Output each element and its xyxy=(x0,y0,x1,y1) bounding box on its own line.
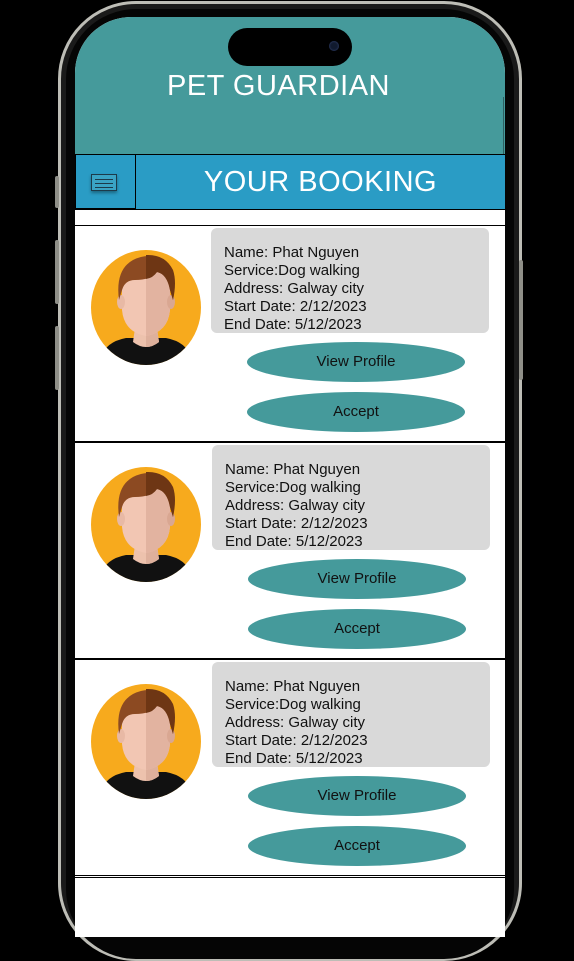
booking-details: Name: Phat Nguyen Service:Dog walking Ad… xyxy=(211,228,489,333)
accept-button[interactable]: Accept xyxy=(247,392,465,432)
end-date: End Date: 5/12/2023 xyxy=(225,533,363,550)
booking-card: Name: Phat Nguyen Service:Dog walking Ad… xyxy=(75,442,505,659)
address: Address: Galway city xyxy=(225,714,366,731)
phone-screen: PET GUARDIAN YOUR BOOKING Name: Phat Ngu… xyxy=(75,17,505,937)
address: Address: Galway city xyxy=(224,280,365,297)
service-type: Service:Dog walking xyxy=(224,262,360,279)
accept-button[interactable]: Accept xyxy=(248,609,466,649)
hamburger-menu-icon[interactable] xyxy=(91,174,117,191)
booking-details: Name: Phat Nguyen Service:Dog walking Ad… xyxy=(212,662,490,767)
volume-up-button xyxy=(55,240,59,304)
camera-icon xyxy=(329,41,339,51)
booking-bar: YOUR BOOKING xyxy=(75,154,505,210)
menu-button[interactable] xyxy=(75,155,136,209)
start-date: Start Date: 2/12/2023 xyxy=(225,515,368,532)
end-date: End Date: 5/12/2023 xyxy=(224,316,362,333)
header-edge xyxy=(503,97,504,154)
client-name: Name: Phat Nguyen xyxy=(225,461,361,478)
avatar xyxy=(91,684,201,799)
page-title: YOUR BOOKING xyxy=(203,166,438,198)
booking-card: Name: Phat Nguyen Service:Dog walking Ad… xyxy=(75,659,505,876)
booking-details: Name: Phat Nguyen Service:Dog walking Ad… xyxy=(212,445,490,550)
volume-down-button xyxy=(55,326,59,390)
service-type: Service:Dog walking xyxy=(225,696,361,713)
avatar xyxy=(91,250,201,365)
client-name: Name: Phat Nguyen xyxy=(224,244,360,261)
start-date: Start Date: 2/12/2023 xyxy=(224,298,367,315)
address: Address: Galway city xyxy=(225,497,366,514)
list-divider xyxy=(75,877,505,878)
end-date: End Date: 5/12/2023 xyxy=(225,750,363,767)
accept-button[interactable]: Accept xyxy=(248,826,466,866)
view-profile-button[interactable]: View Profile xyxy=(248,776,466,816)
power-button xyxy=(519,260,523,380)
view-profile-button[interactable]: View Profile xyxy=(248,559,466,599)
service-type: Service:Dog walking xyxy=(225,479,361,496)
avatar xyxy=(91,467,201,582)
start-date: Start Date: 2/12/2023 xyxy=(225,732,368,749)
booking-card: Name: Phat Nguyen Service:Dog walking Ad… xyxy=(75,225,505,442)
client-name: Name: Phat Nguyen xyxy=(225,678,361,695)
dynamic-island xyxy=(228,28,352,66)
action-button xyxy=(55,176,59,208)
view-profile-button[interactable]: View Profile xyxy=(247,342,465,382)
app-title: PET GUARDIAN xyxy=(166,70,390,102)
